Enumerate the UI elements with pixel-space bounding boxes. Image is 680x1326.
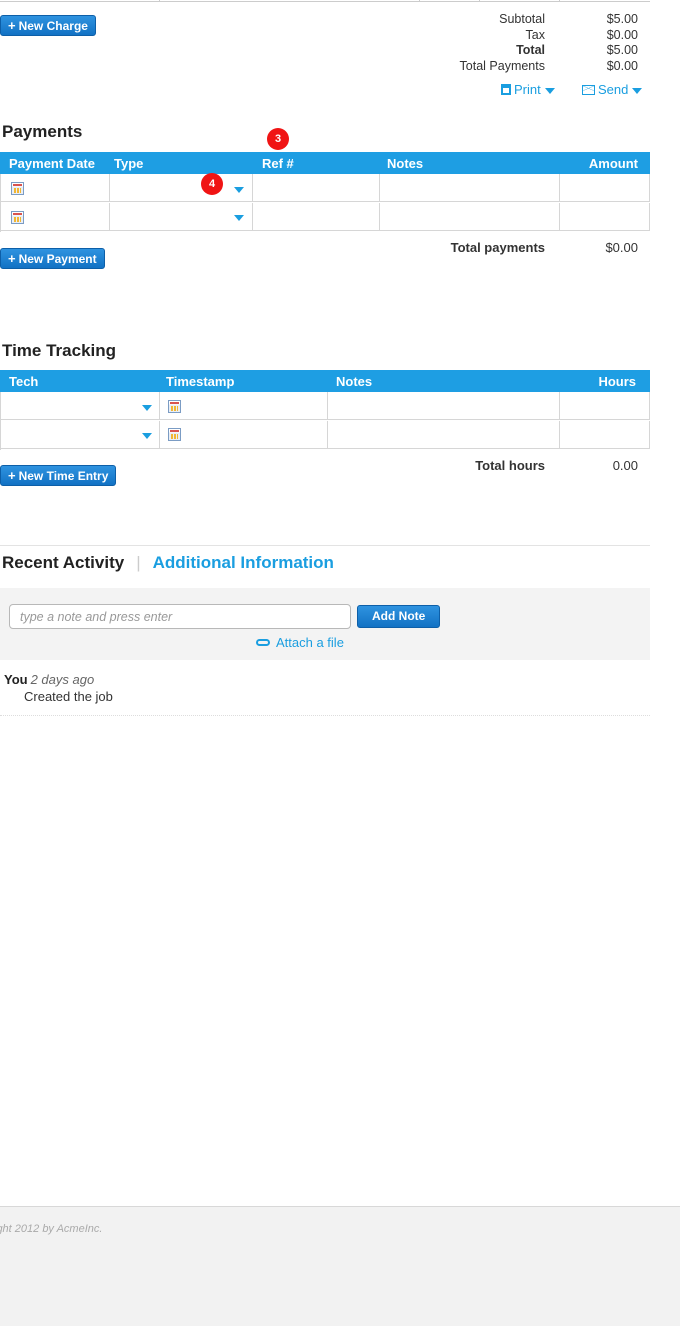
col-notes: Notes	[336, 374, 373, 389]
col-amount: Amount	[588, 156, 638, 171]
attach-file-link[interactable]: Attach a file	[256, 635, 344, 650]
copyright-text: ight 2012 by AcmeInc.	[0, 1223, 103, 1235]
note-composer: Add Note Attach a file	[0, 588, 650, 660]
activity-author: You	[4, 672, 28, 687]
calendar-icon[interactable]	[11, 182, 24, 195]
chevron-down-icon	[142, 433, 152, 439]
subtotal-value: $5.00	[606, 12, 638, 26]
payment-amount-cell[interactable]	[560, 174, 650, 202]
send-menu[interactable]: Send	[582, 82, 643, 97]
activity-item: You 2 days ago Created the job	[4, 671, 113, 705]
calendar-icon[interactable]	[168, 400, 181, 413]
new-charge-button[interactable]: + New Charge	[0, 15, 96, 36]
payment-notes-cell[interactable]	[380, 174, 560, 202]
envelope-icon	[582, 85, 595, 95]
chevron-down-icon	[234, 187, 244, 193]
tech-select[interactable]	[1, 392, 160, 420]
total-payments-footer-value: $0.00	[605, 240, 638, 255]
activity-tabs: Recent Activity | Additional Information	[2, 553, 334, 573]
total-payments-value: $0.00	[606, 59, 638, 73]
hours-cell[interactable]	[560, 421, 650, 449]
tax-value: $0.00	[606, 28, 638, 42]
payment-notes-cell[interactable]	[380, 203, 560, 231]
chevron-down-icon	[234, 215, 244, 221]
tab-additional-information[interactable]: Additional Information	[153, 553, 334, 572]
note-input[interactable]	[9, 604, 351, 629]
total-value: $5.00	[606, 43, 638, 57]
chevron-down-icon	[142, 405, 152, 411]
step-badge-3: 3	[267, 128, 289, 150]
col-type: Type	[114, 156, 144, 171]
plus-icon: +	[8, 468, 16, 483]
time-table-body	[0, 392, 650, 450]
col-ref: Ref #	[262, 156, 294, 171]
time-notes-cell[interactable]	[328, 392, 560, 420]
total-hours-label: Total hours	[475, 458, 545, 473]
total-payments-footer-label: Total payments	[450, 240, 545, 255]
chevron-down-icon	[544, 87, 555, 94]
add-note-button[interactable]: Add Note	[357, 605, 441, 628]
payments-title: Payments	[2, 122, 83, 141]
timestamp-cell[interactable]	[160, 421, 328, 449]
payments-table-body	[0, 174, 650, 232]
timestamp-cell[interactable]	[160, 392, 328, 420]
tab-recent-activity[interactable]: Recent Activity	[2, 553, 124, 572]
printer-icon	[501, 84, 511, 95]
new-payment-button[interactable]: + New Payment	[0, 248, 105, 269]
activity-time: 2 days ago	[30, 672, 95, 687]
subtotal-label: Subtotal	[499, 12, 545, 26]
print-menu[interactable]: Print	[501, 82, 555, 97]
col-tech: Tech	[9, 374, 39, 389]
tax-label: Tax	[525, 28, 545, 42]
page-footer: ight 2012 by AcmeInc.	[0, 1206, 680, 1326]
payment-type-select[interactable]	[110, 174, 253, 202]
new-time-entry-button[interactable]: + New Time Entry	[0, 465, 117, 486]
payment-date-cell[interactable]	[1, 174, 110, 202]
total-hours-value: 0.00	[612, 458, 638, 473]
payment-ref-cell[interactable]	[253, 203, 380, 231]
calendar-icon[interactable]	[11, 211, 24, 224]
section-divider	[0, 545, 650, 546]
time-notes-cell[interactable]	[328, 421, 560, 449]
plus-icon: +	[8, 18, 16, 33]
payment-ref-cell[interactable]	[253, 174, 380, 202]
activity-divider	[0, 715, 650, 716]
calendar-icon[interactable]	[168, 428, 181, 441]
time-table-header: Tech Timestamp Notes Hours	[0, 370, 650, 392]
hours-cell[interactable]	[560, 392, 650, 420]
payment-type-select[interactable]	[110, 203, 253, 231]
step-badge-4: 4	[201, 173, 223, 195]
total-payments-label: Total Payments	[459, 59, 545, 73]
activity-text: Created the job	[24, 689, 113, 704]
col-payment-date: Payment Date	[9, 156, 95, 171]
payments-table-header: Payment Date Type Ref # Notes Amount	[0, 152, 650, 174]
col-timestamp: Timestamp	[166, 374, 235, 389]
payment-amount-cell[interactable]	[560, 203, 650, 231]
total-label: Total	[516, 43, 545, 57]
col-notes: Notes	[387, 156, 424, 171]
time-tracking-title: Time Tracking	[2, 341, 117, 360]
paperclip-icon	[256, 639, 270, 646]
charges-table-bottom	[0, 0, 650, 2]
chevron-down-icon	[632, 87, 643, 94]
tab-separator: |	[136, 553, 141, 572]
tech-select[interactable]	[1, 421, 160, 449]
col-hours: Hours	[598, 374, 636, 389]
plus-icon: +	[8, 251, 16, 266]
payment-date-cell[interactable]	[1, 203, 110, 231]
